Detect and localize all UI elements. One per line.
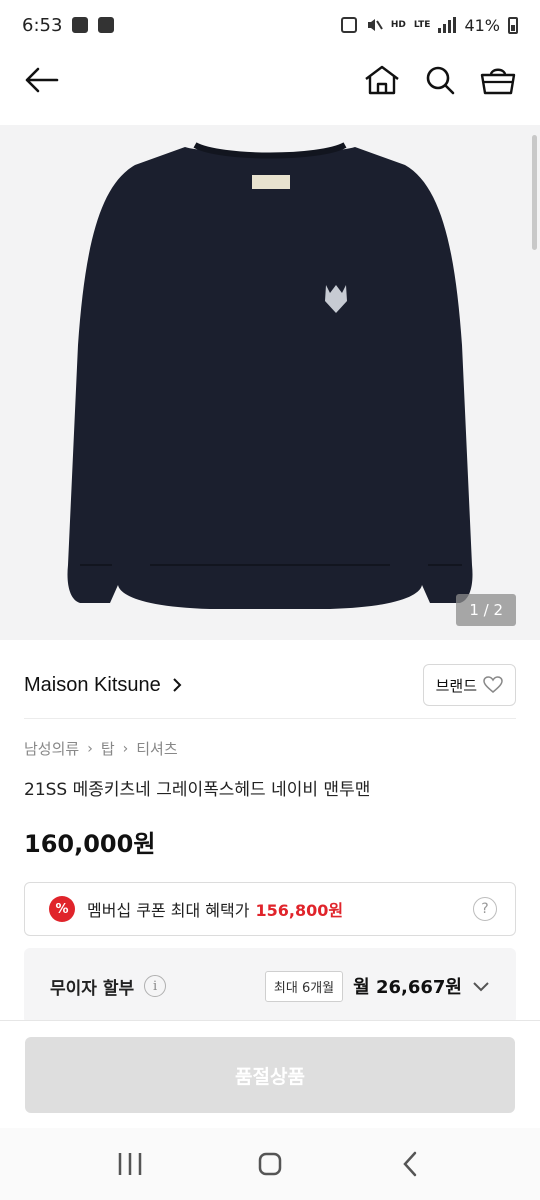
signal-icon [438,17,457,33]
installment-box[interactable]: 무이자 할부 i 최대 6개월 월 26,667원 [24,948,516,1024]
chevron-right-icon: › [87,740,93,757]
brand-name: Maison Kitsune [24,673,161,696]
lock-icon [340,17,357,33]
status-time: 6:53 [22,14,63,36]
mute-icon [367,19,383,31]
android-nav-bar [0,1128,540,1200]
cart-button[interactable] [476,58,520,102]
breadcrumb: 남성의류 › 탑 › 티셔츠 [24,738,178,759]
chevron-right-icon [173,678,182,692]
product-price: 160,000원 [24,830,156,858]
coupon-text: 멤버십 쿠폰 최대 혜택가 156,800원 [87,897,343,921]
installment-label: 무이자 할부 [50,978,135,999]
check-icon [98,17,115,33]
battery-icon [508,16,518,34]
home-nav-button[interactable] [240,1134,300,1194]
home-button[interactable] [360,58,404,102]
status-bar: 6:53 HD LTE 41% [0,0,540,50]
back-button[interactable] [20,58,64,102]
product-title: 21SS 메종키츠네 그레이폭스헤드 네이비 맨투맨 [24,780,371,800]
gallery-icon [72,17,89,33]
coupon-benefit-box[interactable]: % 멤버십 쿠폰 최대 혜택가 156,800원 ? [24,882,516,936]
coupon-amount: 156,800원 [255,901,344,920]
hd-voice-indicator: HD [390,19,406,30]
top-nav [0,50,540,110]
brand-like-label: 브랜드 [435,676,477,695]
brand-row: Maison Kitsune 브랜드 [24,664,516,706]
heart-icon [483,676,503,693]
chevron-right-icon: › [122,740,129,757]
installment-months-tag: 최대 6개월 [264,970,344,1002]
brand-like-button[interactable]: 브랜드 [422,664,516,706]
coupon-label: 멤버십 쿠폰 최대 혜택가 [87,901,250,920]
sweatshirt-image [67,142,473,609]
breadcrumb-item[interactable]: 티셔츠 [136,738,177,759]
cart-icon [480,68,516,95]
back-chevron-icon [403,1151,417,1177]
breadcrumb-item[interactable]: 남성의류 [24,738,79,759]
home-icon [365,65,399,95]
breadcrumb-item[interactable]: 탑 [101,738,115,759]
info-icon[interactable]: i [144,975,167,997]
help-icon[interactable]: ? [473,897,497,921]
product-image-carousel[interactable]: 1 / 2 [0,125,540,640]
search-button[interactable] [418,58,462,102]
scrollbar-thumb[interactable] [532,135,537,250]
divider [24,718,516,719]
back-nav-button[interactable] [380,1134,440,1194]
recent-apps-button[interactable] [100,1134,160,1194]
bottom-action-bar: 품절상품 [0,1020,540,1128]
installment-amount: 월 26,667원 [353,977,462,998]
brand-label-tag [252,175,290,189]
search-icon [426,66,455,95]
image-counter: 1 / 2 [456,594,516,626]
chevron-down-icon [473,982,489,992]
lte-indicator: LTE [413,19,431,30]
home-circle-icon [258,1152,282,1176]
recent-apps-icon [118,1153,142,1175]
coupon-percent-icon: % [49,896,75,922]
brand-link[interactable]: Maison Kitsune [24,674,183,697]
battery-percent: 41% [464,15,500,35]
installment-right: 최대 6개월 월 26,667원 [264,970,490,1002]
back-arrow-icon [25,67,59,93]
soldout-button[interactable]: 품절상품 [25,1037,515,1113]
